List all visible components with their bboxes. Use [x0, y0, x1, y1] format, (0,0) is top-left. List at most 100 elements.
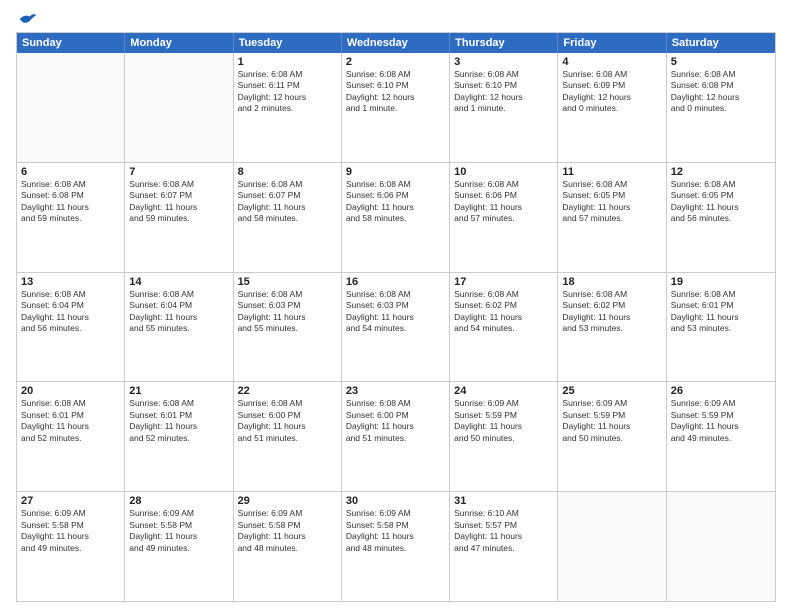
day-info: Sunrise: 6:08 AM Sunset: 6:00 PM Dayligh… [238, 398, 337, 444]
day-info: Sunrise: 6:08 AM Sunset: 6:08 PM Dayligh… [671, 69, 771, 115]
cal-cell: 7Sunrise: 6:08 AM Sunset: 6:07 PM Daylig… [125, 163, 233, 272]
day-number: 2 [346, 56, 445, 68]
cal-cell: 3Sunrise: 6:08 AM Sunset: 6:10 PM Daylig… [450, 53, 558, 162]
day-number: 13 [21, 276, 120, 288]
day-number: 18 [562, 276, 661, 288]
logo [16, 12, 38, 24]
day-info: Sunrise: 6:08 AM Sunset: 6:11 PM Dayligh… [238, 69, 337, 115]
cal-cell: 12Sunrise: 6:08 AM Sunset: 6:05 PM Dayli… [667, 163, 775, 272]
week-row-5: 27Sunrise: 6:09 AM Sunset: 5:58 PM Dayli… [17, 492, 775, 601]
day-number: 8 [238, 166, 337, 178]
day-info: Sunrise: 6:10 AM Sunset: 5:57 PM Dayligh… [454, 508, 553, 554]
day-number: 3 [454, 56, 553, 68]
logo-bird-icon [18, 12, 38, 26]
day-number: 20 [21, 385, 120, 397]
cal-cell: 25Sunrise: 6:09 AM Sunset: 5:59 PM Dayli… [558, 382, 666, 491]
cal-cell: 9Sunrise: 6:08 AM Sunset: 6:06 PM Daylig… [342, 163, 450, 272]
cal-cell: 23Sunrise: 6:08 AM Sunset: 6:00 PM Dayli… [342, 382, 450, 491]
day-number: 25 [562, 385, 661, 397]
header-day-saturday: Saturday [667, 33, 775, 53]
day-info: Sunrise: 6:08 AM Sunset: 6:06 PM Dayligh… [346, 179, 445, 225]
cal-cell: 1Sunrise: 6:08 AM Sunset: 6:11 PM Daylig… [234, 53, 342, 162]
day-info: Sunrise: 6:08 AM Sunset: 6:01 PM Dayligh… [671, 289, 771, 335]
cal-cell: 16Sunrise: 6:08 AM Sunset: 6:03 PM Dayli… [342, 273, 450, 382]
day-info: Sunrise: 6:08 AM Sunset: 6:05 PM Dayligh… [562, 179, 661, 225]
cal-cell: 27Sunrise: 6:09 AM Sunset: 5:58 PM Dayli… [17, 492, 125, 601]
cal-cell [125, 53, 233, 162]
cal-cell: 19Sunrise: 6:08 AM Sunset: 6:01 PM Dayli… [667, 273, 775, 382]
day-info: Sunrise: 6:08 AM Sunset: 6:09 PM Dayligh… [562, 69, 661, 115]
day-info: Sunrise: 6:08 AM Sunset: 6:02 PM Dayligh… [454, 289, 553, 335]
day-info: Sunrise: 6:08 AM Sunset: 6:04 PM Dayligh… [21, 289, 120, 335]
header-day-monday: Monday [125, 33, 233, 53]
calendar-body: 1Sunrise: 6:08 AM Sunset: 6:11 PM Daylig… [17, 53, 775, 601]
day-number: 17 [454, 276, 553, 288]
day-info: Sunrise: 6:09 AM Sunset: 5:58 PM Dayligh… [238, 508, 337, 554]
day-number: 31 [454, 495, 553, 507]
cal-cell: 31Sunrise: 6:10 AM Sunset: 5:57 PM Dayli… [450, 492, 558, 601]
cal-cell: 5Sunrise: 6:08 AM Sunset: 6:08 PM Daylig… [667, 53, 775, 162]
day-number: 27 [21, 495, 120, 507]
day-number: 14 [129, 276, 228, 288]
cal-cell: 22Sunrise: 6:08 AM Sunset: 6:00 PM Dayli… [234, 382, 342, 491]
day-info: Sunrise: 6:08 AM Sunset: 6:04 PM Dayligh… [129, 289, 228, 335]
cal-cell: 4Sunrise: 6:08 AM Sunset: 6:09 PM Daylig… [558, 53, 666, 162]
header-day-wednesday: Wednesday [342, 33, 450, 53]
day-info: Sunrise: 6:08 AM Sunset: 6:03 PM Dayligh… [238, 289, 337, 335]
day-number: 30 [346, 495, 445, 507]
day-info: Sunrise: 6:08 AM Sunset: 6:10 PM Dayligh… [454, 69, 553, 115]
day-info: Sunrise: 6:08 AM Sunset: 6:10 PM Dayligh… [346, 69, 445, 115]
day-number: 7 [129, 166, 228, 178]
day-number: 21 [129, 385, 228, 397]
page: SundayMondayTuesdayWednesdayThursdayFrid… [0, 0, 792, 612]
header [16, 12, 776, 24]
day-info: Sunrise: 6:09 AM Sunset: 5:59 PM Dayligh… [562, 398, 661, 444]
cal-cell: 11Sunrise: 6:08 AM Sunset: 6:05 PM Dayli… [558, 163, 666, 272]
cal-cell: 17Sunrise: 6:08 AM Sunset: 6:02 PM Dayli… [450, 273, 558, 382]
cal-cell [558, 492, 666, 601]
day-info: Sunrise: 6:08 AM Sunset: 6:03 PM Dayligh… [346, 289, 445, 335]
cal-cell [667, 492, 775, 601]
cal-cell [17, 53, 125, 162]
cal-cell: 6Sunrise: 6:08 AM Sunset: 6:08 PM Daylig… [17, 163, 125, 272]
cal-cell: 15Sunrise: 6:08 AM Sunset: 6:03 PM Dayli… [234, 273, 342, 382]
day-info: Sunrise: 6:08 AM Sunset: 6:01 PM Dayligh… [129, 398, 228, 444]
day-info: Sunrise: 6:09 AM Sunset: 5:58 PM Dayligh… [129, 508, 228, 554]
day-number: 19 [671, 276, 771, 288]
cal-cell: 30Sunrise: 6:09 AM Sunset: 5:58 PM Dayli… [342, 492, 450, 601]
calendar: SundayMondayTuesdayWednesdayThursdayFrid… [16, 32, 776, 602]
day-number: 12 [671, 166, 771, 178]
day-info: Sunrise: 6:08 AM Sunset: 6:07 PM Dayligh… [129, 179, 228, 225]
cal-cell: 18Sunrise: 6:08 AM Sunset: 6:02 PM Dayli… [558, 273, 666, 382]
day-number: 11 [562, 166, 661, 178]
day-info: Sunrise: 6:09 AM Sunset: 5:59 PM Dayligh… [671, 398, 771, 444]
day-info: Sunrise: 6:09 AM Sunset: 5:58 PM Dayligh… [346, 508, 445, 554]
day-number: 15 [238, 276, 337, 288]
day-number: 6 [21, 166, 120, 178]
day-info: Sunrise: 6:08 AM Sunset: 6:07 PM Dayligh… [238, 179, 337, 225]
header-day-tuesday: Tuesday [234, 33, 342, 53]
day-number: 26 [671, 385, 771, 397]
header-day-sunday: Sunday [17, 33, 125, 53]
day-number: 16 [346, 276, 445, 288]
day-info: Sunrise: 6:08 AM Sunset: 6:02 PM Dayligh… [562, 289, 661, 335]
day-info: Sunrise: 6:09 AM Sunset: 5:58 PM Dayligh… [21, 508, 120, 554]
day-number: 22 [238, 385, 337, 397]
day-info: Sunrise: 6:08 AM Sunset: 6:00 PM Dayligh… [346, 398, 445, 444]
cal-cell: 8Sunrise: 6:08 AM Sunset: 6:07 PM Daylig… [234, 163, 342, 272]
header-day-friday: Friday [558, 33, 666, 53]
day-number: 24 [454, 385, 553, 397]
day-number: 28 [129, 495, 228, 507]
cal-cell: 24Sunrise: 6:09 AM Sunset: 5:59 PM Dayli… [450, 382, 558, 491]
cal-cell: 14Sunrise: 6:08 AM Sunset: 6:04 PM Dayli… [125, 273, 233, 382]
cal-cell: 29Sunrise: 6:09 AM Sunset: 5:58 PM Dayli… [234, 492, 342, 601]
header-day-thursday: Thursday [450, 33, 558, 53]
cal-cell: 10Sunrise: 6:08 AM Sunset: 6:06 PM Dayli… [450, 163, 558, 272]
day-number: 29 [238, 495, 337, 507]
day-number: 9 [346, 166, 445, 178]
cal-cell: 26Sunrise: 6:09 AM Sunset: 5:59 PM Dayli… [667, 382, 775, 491]
day-info: Sunrise: 6:09 AM Sunset: 5:59 PM Dayligh… [454, 398, 553, 444]
day-info: Sunrise: 6:08 AM Sunset: 6:08 PM Dayligh… [21, 179, 120, 225]
cal-cell: 2Sunrise: 6:08 AM Sunset: 6:10 PM Daylig… [342, 53, 450, 162]
day-number: 10 [454, 166, 553, 178]
